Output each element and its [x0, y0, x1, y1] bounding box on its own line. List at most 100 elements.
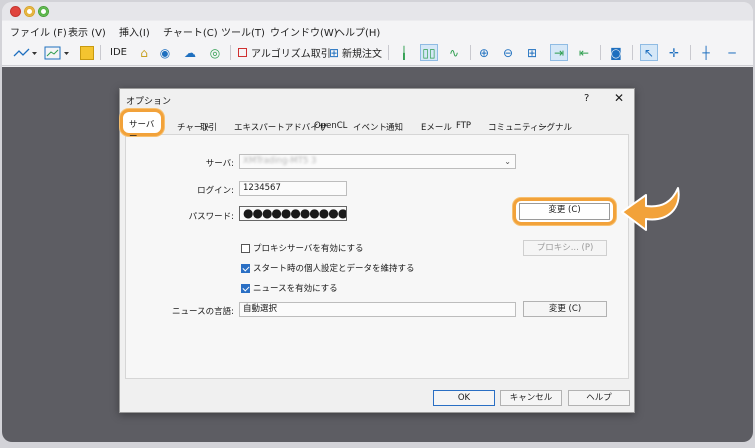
zoom-out-icon: ⊖	[502, 45, 514, 60]
tab-ftp[interactable]: FTP	[456, 121, 471, 131]
ide-button[interactable]: IDE	[110, 44, 127, 61]
auto-scroll-icon: ⇥	[553, 45, 565, 60]
dialog-title: オプション	[126, 97, 172, 107]
tab-events[interactable]: イベント	[353, 121, 387, 133]
ok-button[interactable]: OK	[433, 390, 495, 406]
line-button[interactable]: ∿	[446, 44, 462, 61]
tab-trade[interactable]: 取引	[200, 121, 217, 133]
server-tab-panel	[125, 134, 629, 379]
new-order-icon: ⊞	[328, 45, 340, 60]
password-field[interactable]: ●●●●●●●●●●●●●	[239, 206, 347, 221]
toolbar-separator	[690, 45, 691, 60]
server-select[interactable]: XMTrading-MT5 3 ⌄	[239, 154, 516, 169]
crosshair-button[interactable]: ✛	[666, 44, 682, 61]
line-icon: ∿	[448, 45, 460, 60]
menu-insert[interactable]: 挿入(I)	[119, 24, 150, 39]
maximize-window-button[interactable]	[38, 6, 49, 17]
chart-shift-button[interactable]: ⇤	[576, 44, 592, 61]
login-field[interactable]: 1234567	[239, 181, 347, 196]
zoom-in-button[interactable]: ⊕	[476, 44, 492, 61]
title-bar	[2, 2, 753, 20]
vertical-line-icon: ┼	[702, 45, 710, 60]
minimize-window-button[interactable]	[24, 6, 35, 17]
tab-server[interactable]: サーバー	[120, 109, 164, 142]
keep-settings-checkbox[interactable]: スタート時の個人設定とデータを維持する	[241, 262, 415, 274]
crosshair-icon: ✛	[668, 45, 680, 60]
chart-shift-icon: ⇤	[578, 45, 590, 60]
callout-arrow-icon	[621, 187, 680, 231]
screenshot-button[interactable]: ◙	[608, 44, 624, 61]
zoom-in-icon: ⊕	[478, 45, 490, 60]
toolbar-separator	[230, 45, 231, 60]
tab-strip: チャート 取引 エキスパートアドバイザ OpenCL イベント 通知 Eメール …	[120, 117, 634, 135]
chart-template-dropdown[interactable]	[44, 44, 72, 61]
menu-view[interactable]: 表示 (V)	[68, 24, 106, 39]
cursor-button[interactable]: ↖	[640, 44, 658, 61]
grid-button[interactable]: ⊞	[524, 44, 540, 61]
menu-tools[interactable]: ツール(T)	[221, 24, 265, 39]
toolbar-separator	[388, 45, 389, 60]
algo-trading-button[interactable]: アルゴリズム取引	[238, 44, 331, 61]
camera-icon: ◙	[610, 45, 622, 60]
grid-icon: ⊞	[526, 45, 538, 60]
vertical-line-button[interactable]: ┼	[698, 44, 714, 61]
lock-button[interactable]: ⌂	[136, 44, 152, 61]
line-chart-dropdown[interactable]	[12, 44, 38, 61]
tab-signals[interactable]: シグナル	[538, 121, 572, 133]
news-checkbox[interactable]: ニュースを有効にする	[241, 282, 338, 294]
cancel-button[interactable]: キャンセル	[500, 390, 562, 406]
horizontal-line-button[interactable]: ─	[724, 44, 740, 61]
new-order-button[interactable]: ⊞ 新規注文	[326, 44, 382, 61]
checkbox-box	[241, 243, 250, 253]
options-dialog: オプション ? ✕ チャート 取引 エキスパートアドバイザ OpenCL イベン…	[119, 88, 635, 413]
candlestick-icon: ▯▯	[422, 45, 436, 60]
change-password-button[interactable]: 変更 (C)	[519, 203, 610, 220]
close-icon[interactable]: ✕	[614, 91, 624, 105]
proxy-checkbox[interactable]: プロキシサーバを有効にする	[241, 242, 364, 254]
cursor-icon: ↖	[643, 45, 655, 60]
line-chart-icon	[13, 48, 37, 56]
checkbox-checked	[241, 283, 250, 293]
cloud-icon: ☁	[184, 45, 196, 60]
zoom-out-button[interactable]: ⊖	[500, 44, 516, 61]
candlestick-button[interactable]: ▯▯	[420, 44, 438, 61]
proxy-button[interactable]: プロキシ... (P)	[523, 240, 607, 256]
tab-notifications[interactable]: 通知	[386, 121, 403, 133]
menu-file[interactable]: ファイル (F)	[10, 24, 67, 39]
algo-trading-label: アルゴリズム取引	[251, 49, 331, 60]
toolbar-separator	[100, 45, 101, 60]
menu-window[interactable]: ウインドウ(W)	[270, 24, 338, 39]
server-value: XMTrading-MT5 3	[243, 156, 317, 166]
login-label: ログイン:	[197, 186, 234, 196]
menu-bar: ファイル (F) 表示 (V) 挿入(I) チャート(C) ツール(T) ウイン…	[2, 21, 753, 39]
chart-window-icon	[44, 46, 69, 59]
market-icon: ◎	[209, 45, 221, 60]
checkbox-checked	[241, 263, 250, 273]
bar-chart-button[interactable]: ╽	[396, 44, 412, 61]
market-button[interactable]: ◎	[207, 44, 223, 61]
navigator-button[interactable]	[80, 44, 94, 61]
toolbar-separator	[632, 45, 633, 60]
menu-chart[interactable]: チャート(C)	[163, 24, 218, 39]
tab-email[interactable]: Eメール	[421, 121, 452, 133]
toolbar-separator	[600, 45, 601, 60]
auto-scroll-button[interactable]: ⇥	[550, 44, 568, 61]
close-window-button[interactable]	[10, 6, 21, 17]
toolbar-separator	[470, 45, 471, 60]
change-news-language-button[interactable]: 変更 (C)	[523, 301, 607, 317]
navigator-icon	[80, 45, 94, 60]
password-label: パスワード:	[188, 212, 234, 222]
server-label: サーバ:	[205, 159, 234, 169]
news-language-field[interactable]: 自動選択	[239, 302, 516, 317]
menu-help[interactable]: ヘルプ(H)	[335, 24, 380, 39]
help-icon[interactable]: ?	[584, 93, 589, 104]
news-language-label: ニュースの言語:	[172, 307, 234, 317]
news-checkbox-label: ニュースを有効にする	[253, 284, 338, 294]
tab-opencl[interactable]: OpenCL	[314, 121, 347, 131]
proxy-checkbox-label: プロキシサーバを有効にする	[253, 244, 364, 254]
signal-button[interactable]: ◉	[157, 44, 173, 61]
bar-chart-icon: ╽	[400, 45, 408, 60]
tab-server-label: サーバー	[129, 120, 155, 142]
help-button[interactable]: ヘルプ	[568, 390, 630, 406]
vps-button[interactable]: ☁	[182, 44, 198, 61]
